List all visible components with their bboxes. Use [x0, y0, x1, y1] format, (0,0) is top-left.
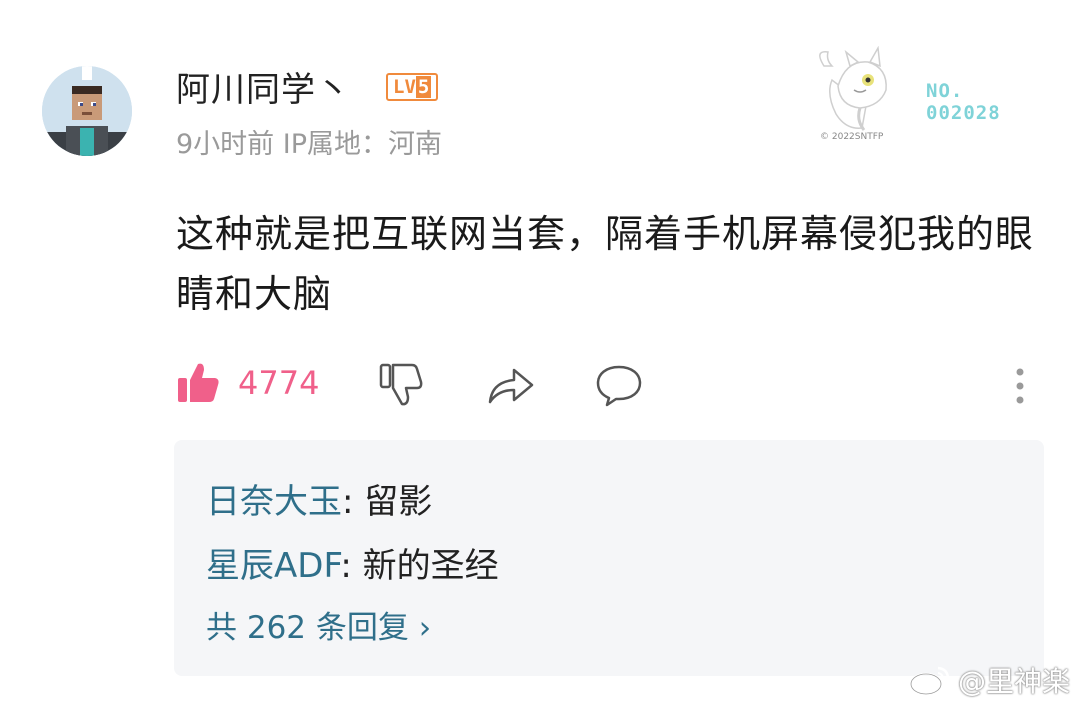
comment-button[interactable] [594, 362, 644, 408]
ip-location: IP属地：河南 [282, 129, 443, 160]
level-prefix: LV [393, 76, 416, 98]
view-all-replies-link[interactable]: 共 262 条回复 › [206, 602, 431, 647]
avatar-image [42, 66, 132, 156]
weibo-icon [909, 666, 950, 696]
avatar[interactable] [42, 66, 132, 156]
share-button[interactable] [486, 362, 536, 406]
comment-meta: 9小时前 IP属地：河南 [176, 122, 442, 161]
more-icon [1016, 368, 1024, 404]
like-button[interactable]: 4774 [176, 360, 319, 406]
level-badge: LV 5 [386, 73, 439, 101]
cat-icon [819, 46, 887, 131]
share-icon [488, 368, 534, 404]
more-options-button[interactable] [1010, 366, 1030, 406]
decoration-card[interactable]: NO. 002028 © 2022SNTFP [806, 46, 1036, 146]
comment-content: 这种就是把互联网当套，隔着手机屏幕侵犯我的眼睛和大脑 [176, 212, 1035, 316]
reply-author[interactable]: 星辰ADF [206, 546, 340, 586]
dislike-button[interactable] [378, 360, 426, 408]
reply-separator: : [342, 482, 365, 522]
level-number: 5 [415, 76, 432, 98]
decoration-copyright: © 2022SNTFP [820, 132, 884, 142]
decoration-number-value: 002028 [926, 102, 1001, 124]
action-bar: 4774 [0, 352, 1080, 422]
like-count: 4774 [238, 364, 320, 402]
reply-author[interactable]: 日奈大玉 [206, 482, 342, 522]
comment-time: 9小时前 [176, 129, 275, 160]
comment-icon [596, 365, 642, 407]
username[interactable]: 阿川同学丶 [176, 62, 351, 111]
decoration-no-label: NO. [926, 80, 964, 102]
reply-preview[interactable]: 日奈大玉: 留影 星辰ADF: 新的圣经 共 262 条回复 › [174, 440, 1044, 676]
like-icon [178, 363, 219, 402]
dislike-icon [379, 363, 423, 406]
reply-separator: : [340, 546, 363, 586]
reply-text: 留影 [364, 482, 433, 522]
reply-item[interactable]: 日奈大玉: 留影 [206, 474, 432, 523]
reply-text: 新的圣经 [362, 546, 499, 586]
decoration-number: NO. 002028 [926, 80, 1001, 124]
reply-item[interactable]: 星辰ADF: 新的圣经 [206, 538, 499, 587]
watermark: @里神楽 [908, 660, 1070, 700]
watermark-text: @里神楽 [958, 665, 1071, 698]
